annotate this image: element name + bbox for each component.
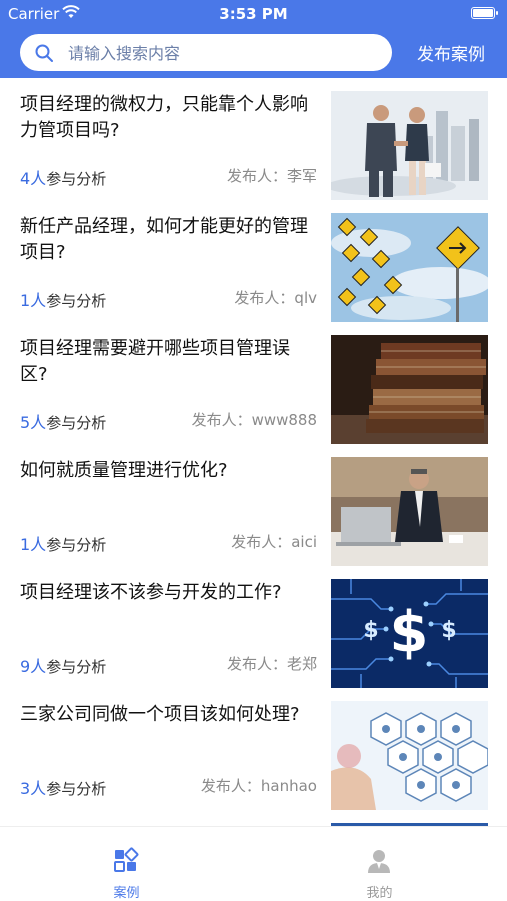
status-bar: Carrier 3:53 PM xyxy=(0,0,507,28)
cases-grid-icon xyxy=(114,847,139,872)
svg-text:$: $ xyxy=(363,618,378,643)
case-thumbnail-businessman-laptop xyxy=(331,457,488,566)
case-title: 如何就质量管理进行优化? xyxy=(20,460,228,481)
case-list[interactable]: 项目经理的微权力，只能靠个人影响力管项目吗? 4人参与分析 发布人：李军 新任产… xyxy=(0,78,507,826)
publish-case-button[interactable]: 发布案例 xyxy=(417,40,485,65)
case-title: 项目经理的微权力，只能靠个人影响力管项目吗? xyxy=(20,94,308,141)
case-item[interactable]: 新任产品经理，如何才能更好的管理项目? 1人参与分析 发布人：qlv xyxy=(0,200,507,322)
case-title: 项目经理该不该参与开发的工作? xyxy=(20,582,282,603)
participant-number: 1人 xyxy=(20,535,47,554)
participant-count: 1人参与分析 xyxy=(20,287,106,311)
case-item[interactable]: 如何就质量管理进行优化? 1人参与分析 发布人：aici xyxy=(0,444,507,566)
publisher-label: 发布人：李军 xyxy=(226,167,317,185)
participant-count: 4人参与分析 xyxy=(20,165,106,189)
participant-suffix: 参与分析 xyxy=(46,170,107,188)
tab-mine-label: 我的 xyxy=(366,886,393,901)
top-header: Carrier 3:53 PM 发布案例 xyxy=(0,0,507,78)
case-thumbnail-direction-signs xyxy=(331,213,488,322)
search-icon xyxy=(35,44,53,62)
search-bar[interactable] xyxy=(20,34,392,73)
publisher-label: 发布人：hanhao xyxy=(200,777,317,795)
tab-bar: 案例 我的 xyxy=(0,826,507,901)
participant-count: 5人参与分析 xyxy=(20,409,106,433)
case-thumbnail-handshake xyxy=(331,91,488,200)
case-item[interactable]: 项目经理该不该参与开发的工作? 9人参与分析 发布人：老郑 $ $ $ xyxy=(0,566,507,688)
user-profile-icon xyxy=(368,850,390,873)
tab-mine[interactable]: 我的 xyxy=(253,827,506,901)
publisher-label: 发布人：老郑 xyxy=(226,655,317,673)
case-thumbnail-dollar-circuit: $ $ $ xyxy=(331,579,488,688)
case-thumbnail-science-hexagons xyxy=(331,701,488,810)
participant-number: 9人 xyxy=(20,657,47,676)
case-title: 项目经理需要避开哪些项目管理误区? xyxy=(20,338,290,385)
case-item[interactable]: 项目经理的微权力，只能靠个人影响力管项目吗? 4人参与分析 发布人：李军 xyxy=(0,78,507,200)
case-item[interactable]: 项目经理需要避开哪些项目管理误区? 5人参与分析 发布人：www888 xyxy=(0,322,507,444)
participant-number: 4人 xyxy=(20,169,47,188)
participant-suffix: 参与分析 xyxy=(46,536,107,554)
participant-number: 3人 xyxy=(20,779,47,798)
case-title: 新任产品经理，如何才能更好的管理项目? xyxy=(20,216,308,263)
participant-number: 1人 xyxy=(20,291,47,310)
participant-count: 9人参与分析 xyxy=(20,653,106,677)
case-item[interactable] xyxy=(0,810,507,826)
tab-cases-label: 案例 xyxy=(113,886,140,901)
tab-cases[interactable]: 案例 xyxy=(0,827,253,901)
svg-text:$: $ xyxy=(390,600,429,665)
participant-suffix: 参与分析 xyxy=(46,292,107,310)
case-item[interactable]: 三家公司同做一个项目该如何处理? 3人参与分析 发布人：hanhao xyxy=(0,688,507,810)
participant-number: 5人 xyxy=(20,413,47,432)
participant-count: 1人参与分析 xyxy=(20,531,106,555)
case-title: 三家公司同做一个项目该如何处理? xyxy=(20,704,300,725)
participant-suffix: 参与分析 xyxy=(46,658,107,676)
participant-suffix: 参与分析 xyxy=(46,414,107,432)
publisher-label: 发布人：qlv xyxy=(234,289,317,307)
battery-icon xyxy=(471,7,498,19)
publisher-label: 发布人：aici xyxy=(231,533,317,551)
clock: 3:53 PM xyxy=(219,5,288,23)
case-thumbnail-books xyxy=(331,335,488,444)
search-input[interactable] xyxy=(66,34,380,73)
participant-suffix: 参与分析 xyxy=(46,780,107,798)
svg-text:$: $ xyxy=(441,618,456,643)
participant-count: 3人参与分析 xyxy=(20,775,106,799)
publisher-label: 发布人：www888 xyxy=(191,411,317,429)
